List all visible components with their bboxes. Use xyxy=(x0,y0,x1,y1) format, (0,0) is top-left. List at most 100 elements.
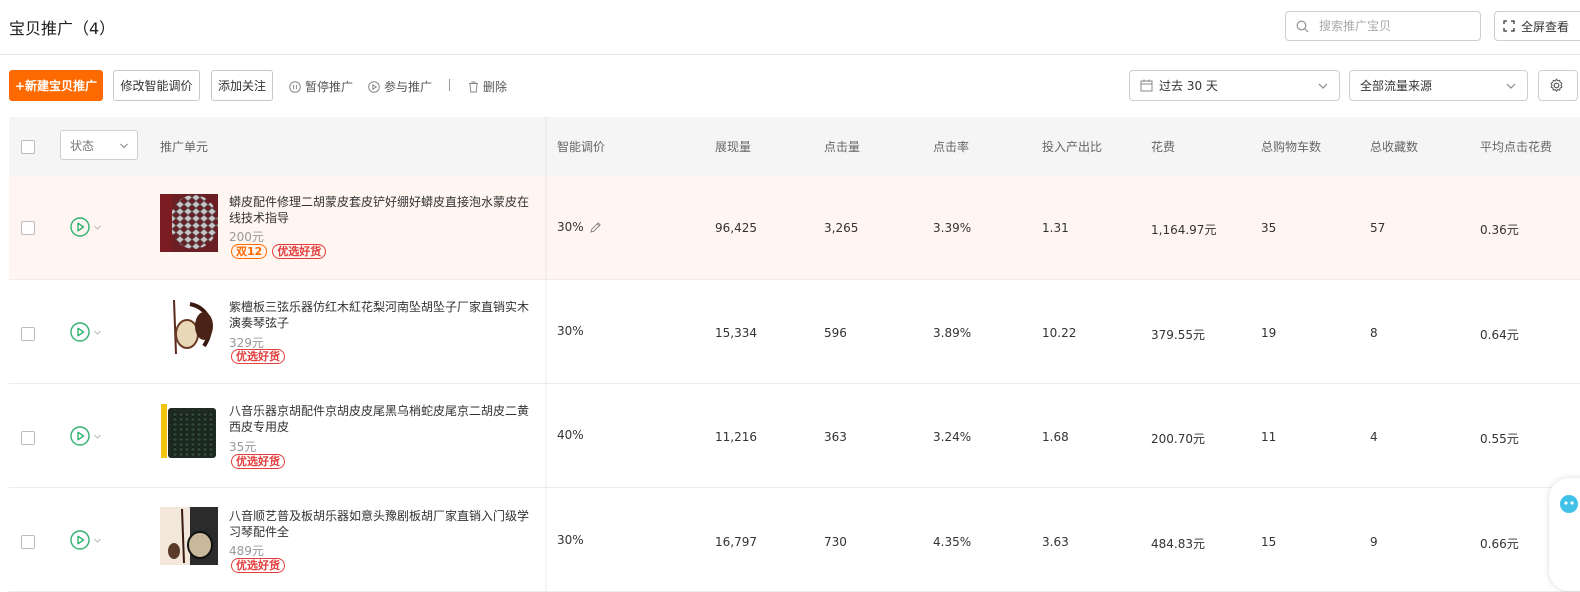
cost-cell: 484.83元 xyxy=(1151,537,1205,551)
pause-button[interactable]: 暂停推广 xyxy=(289,78,353,95)
new-promotion-button[interactable]: +新建宝贝推广 xyxy=(9,70,103,101)
col-header-cart[interactable]: 总购物车数 xyxy=(1261,138,1321,155)
col-header-roi[interactable]: 投入产出比 xyxy=(1042,138,1102,155)
date-range-select[interactable]: 过去 30 天 xyxy=(1129,70,1340,101)
cart-cell: 11 xyxy=(1261,430,1277,444)
row-checkbox[interactable] xyxy=(21,221,35,235)
smart-price-value: 30% xyxy=(557,533,584,547)
product-thumbnail[interactable] xyxy=(160,507,218,565)
chevron-down-icon xyxy=(1318,83,1328,89)
search-icon xyxy=(1296,20,1309,32)
delete-button[interactable]: 删除 xyxy=(468,78,507,95)
cart-cell: 35 xyxy=(1261,221,1277,235)
frozen-column-shadow xyxy=(545,117,548,591)
cost-cell: 200.70元 xyxy=(1151,432,1205,446)
col-header-cpc[interactable]: 平均点击花费 xyxy=(1480,138,1552,155)
tag-double12: 双12 xyxy=(231,244,268,259)
date-range-value: 过去 30 天 xyxy=(1159,79,1218,93)
smart-price-value: 30% xyxy=(557,324,584,338)
chevron-down-icon xyxy=(94,330,101,335)
play-circle-icon xyxy=(70,530,90,550)
product-price: 35元 xyxy=(229,440,257,454)
toolbar-separator xyxy=(449,79,450,91)
table-row[interactable]: 蟒皮配件修理二胡蒙皮套皮铲好绷好蟒皮直接泡水蒙皮在线技术指导 200元 双12 … xyxy=(9,176,1580,280)
tag-quality: 优选好货 xyxy=(272,244,327,259)
status-filter-select[interactable]: 状态 xyxy=(60,130,138,160)
ctr-cell: 3.89% xyxy=(933,326,972,340)
roi-cell: 1.68 xyxy=(1042,430,1069,444)
product-price: 489元 xyxy=(229,544,264,558)
delete-label: 删除 xyxy=(483,80,508,94)
fav-cell: 57 xyxy=(1370,221,1386,235)
page-title: 宝贝推广（4） xyxy=(9,19,116,38)
fav-cell: 4 xyxy=(1370,430,1378,444)
pause-label: 暂停推广 xyxy=(305,80,354,94)
col-header-impressions[interactable]: 展现量 xyxy=(715,138,751,155)
calendar-icon xyxy=(1140,79,1153,92)
add-follow-button[interactable]: 添加关注 xyxy=(211,70,273,101)
product-thumbnail[interactable] xyxy=(160,402,218,460)
tag-quality: 优选好货 xyxy=(231,454,285,469)
smart-price-cell: 30% xyxy=(557,220,602,234)
row-status-toggle[interactable] xyxy=(70,217,102,237)
row-checkbox[interactable] xyxy=(21,535,35,549)
tag-quality: 优选好货 xyxy=(231,558,285,573)
col-header-unit: 推广单元 xyxy=(160,140,209,154)
chevron-down-icon xyxy=(94,538,101,543)
fullscreen-button[interactable]: 全屏查看 xyxy=(1494,11,1580,41)
roi-cell: 1.31 xyxy=(1042,221,1069,235)
pause-icon xyxy=(289,80,301,93)
select-all-checkbox[interactable] xyxy=(21,140,35,154)
col-header-cost[interactable]: 花费 xyxy=(1151,138,1175,155)
table-row[interactable]: 八音顺艺普及板胡乐器如意头豫剧板胡厂家直销入门级学习琴配件全 489元 优选好货… xyxy=(9,488,1580,592)
tag-quality: 优选好货 xyxy=(231,349,285,364)
product-tags: 双12 优选好货 xyxy=(231,244,327,259)
search-box[interactable] xyxy=(1285,11,1481,41)
row-status-toggle[interactable] xyxy=(70,322,102,342)
header-divider xyxy=(0,54,1580,55)
product-name[interactable]: 八音顺艺普及板胡乐器如意头豫剧板胡厂家直销入门级学习琴配件全 xyxy=(229,508,539,540)
trash-icon xyxy=(469,81,478,92)
cpc-cell: 0.36元 xyxy=(1480,223,1519,237)
ctr-cell: 4.35% xyxy=(933,535,972,549)
product-name[interactable]: 蟒皮配件修理二胡蒙皮套皮铲好绷好蟒皮直接泡水蒙皮在线技术指导 xyxy=(229,194,539,226)
product-tags: 优选好货 xyxy=(231,454,285,469)
modify-smart-price-button[interactable]: 修改智能调价 xyxy=(113,70,200,101)
row-checkbox[interactable] xyxy=(21,431,35,445)
floating-assistant-widget[interactable] xyxy=(1549,478,1580,591)
cost-cell: 379.55元 xyxy=(1151,328,1205,342)
chevron-down-icon xyxy=(120,143,128,149)
col-header-clicks[interactable]: 点击量 xyxy=(824,138,860,155)
col-header-smart-price[interactable]: 智能调价 xyxy=(557,138,605,155)
cart-cell: 19 xyxy=(1261,326,1277,340)
row-checkbox[interactable] xyxy=(21,327,35,341)
product-name[interactable]: 八音乐器京胡配件京胡皮皮尾黑乌梢蛇皮尾京二胡皮二黄西皮专用皮 xyxy=(229,403,539,435)
clicks-cell: 730 xyxy=(824,535,847,549)
cpc-cell: 0.55元 xyxy=(1480,432,1519,446)
assistant-icon xyxy=(1560,495,1578,513)
join-label: 参与推广 xyxy=(384,80,433,94)
table-row[interactable]: 八音乐器京胡配件京胡皮皮尾黑乌梢蛇皮尾京二胡皮二黄西皮专用皮 35元 优选好货 … xyxy=(9,384,1580,488)
cart-cell: 15 xyxy=(1261,535,1277,549)
row-status-toggle[interactable] xyxy=(70,426,102,446)
play-circle-icon xyxy=(70,217,90,237)
join-button[interactable]: 参与推广 xyxy=(368,78,432,95)
product-tags: 优选好货 xyxy=(231,349,285,364)
traffic-source-select[interactable]: 全部流量来源 xyxy=(1349,70,1528,101)
chevron-down-icon xyxy=(1506,83,1516,89)
cost-cell: 1,164.97元 xyxy=(1151,223,1217,237)
search-input[interactable] xyxy=(1317,18,1471,34)
chevron-down-icon xyxy=(94,225,101,230)
product-thumbnail[interactable] xyxy=(160,298,218,356)
col-header-ctr[interactable]: 点击率 xyxy=(933,138,969,155)
table-row[interactable]: 紫檀板三弦乐器仿红木紅花梨河南坠胡坠子厂家直销实木演奏琴弦子 329元 优选好货… xyxy=(9,280,1580,384)
settings-button[interactable] xyxy=(1538,70,1578,101)
row-status-toggle[interactable] xyxy=(70,530,102,550)
smart-price-value: 30% xyxy=(557,220,584,234)
product-name[interactable]: 紫檀板三弦乐器仿红木紅花梨河南坠胡坠子厂家直销实木演奏琴弦子 xyxy=(229,299,539,331)
pencil-icon[interactable] xyxy=(589,221,602,234)
product-thumbnail[interactable] xyxy=(160,194,218,252)
col-header-fav[interactable]: 总收藏数 xyxy=(1370,138,1418,155)
expand-icon xyxy=(1503,20,1515,32)
ctr-cell: 3.39% xyxy=(933,221,972,235)
